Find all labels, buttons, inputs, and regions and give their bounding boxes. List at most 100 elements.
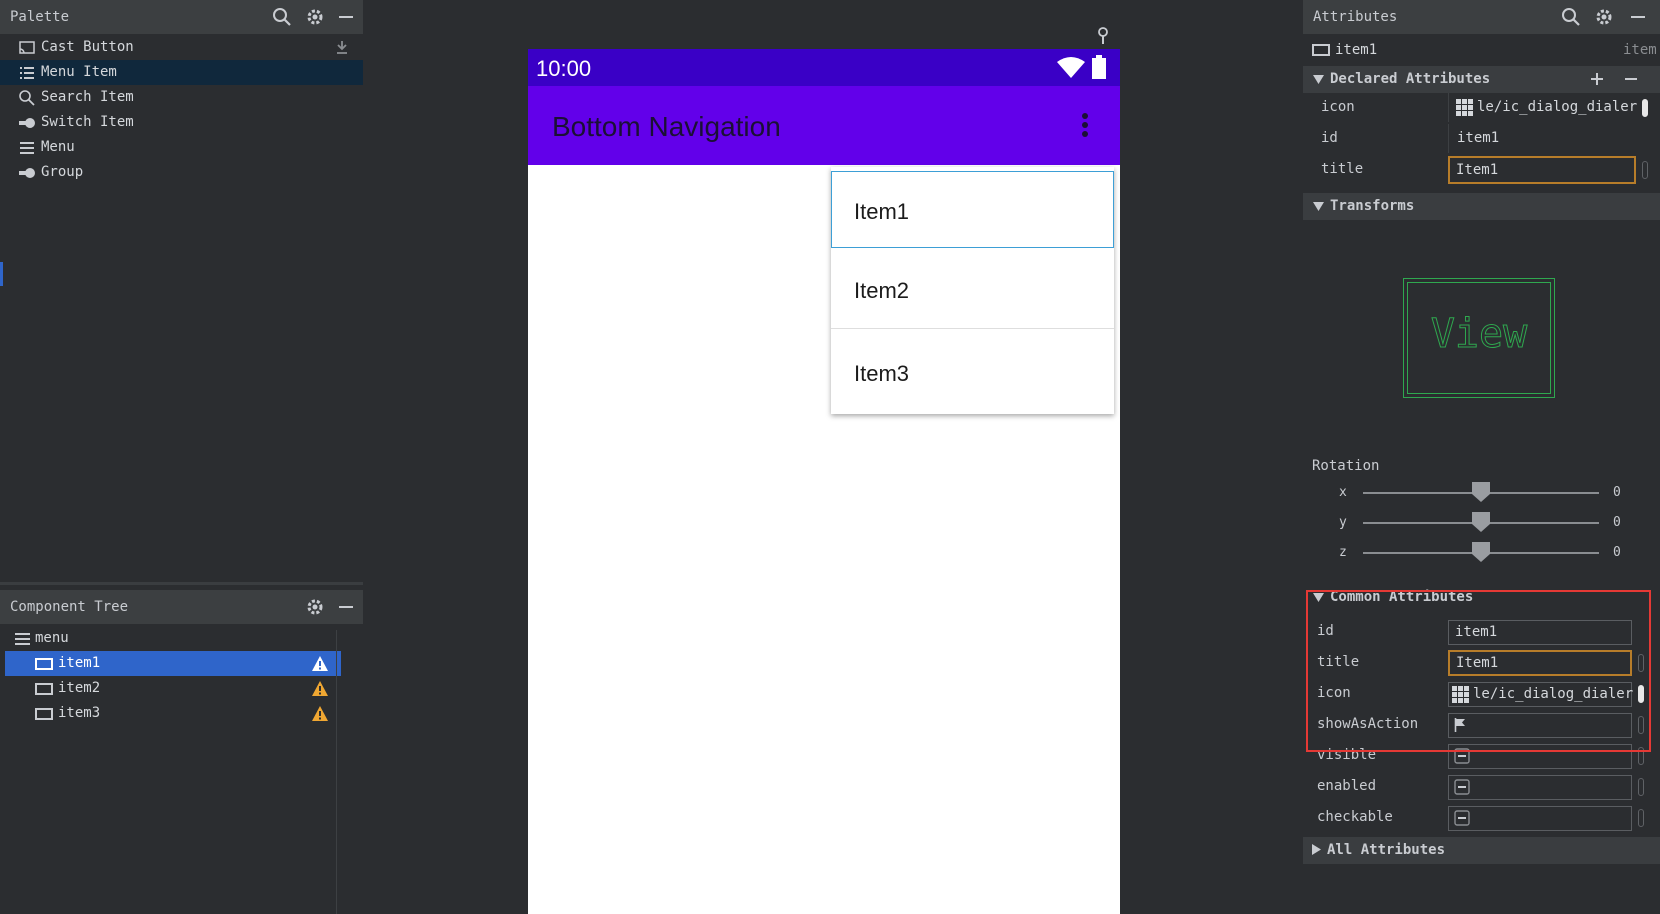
rotation-x-slider[interactable]: x 0 xyxy=(1303,480,1660,510)
tree-node-menu[interactable]: menu xyxy=(0,626,336,651)
slider-thumb[interactable] xyxy=(1472,542,1490,562)
palette-item-menu[interactable]: Menu xyxy=(0,135,363,160)
warning-icon[interactable] xyxy=(311,655,329,672)
palette-panel: Palette Cast Button Menu Item Search Ite… xyxy=(0,0,363,582)
resource-picker-handle[interactable] xyxy=(1642,161,1648,179)
rotation-y-slider[interactable]: y 0 xyxy=(1303,510,1660,540)
component-identity: item1 item xyxy=(1303,38,1660,62)
palette-item-group[interactable]: Group xyxy=(0,160,363,185)
attr-key: id xyxy=(1321,130,1338,146)
declared-attributes-header[interactable]: Declared Attributes xyxy=(1303,66,1660,93)
palette-header: Palette xyxy=(0,0,363,34)
attr-key: icon xyxy=(1321,99,1355,115)
declared-attr-icon[interactable]: icon le/ic_dialog_dialer xyxy=(1303,93,1660,123)
minimize-icon[interactable] xyxy=(336,7,356,27)
item-icon xyxy=(35,681,53,697)
transforms-header[interactable]: Transforms xyxy=(1303,193,1660,220)
palette-item-menu-item[interactable]: Menu Item xyxy=(0,60,363,85)
palette-item-cast-button[interactable]: Cast Button xyxy=(0,35,363,60)
menu-item-label: Item3 xyxy=(854,361,910,386)
overflow-menu-icon[interactable] xyxy=(1080,112,1090,140)
menu-item-3[interactable]: Item3 xyxy=(831,333,1114,411)
view-preview-label: View xyxy=(1430,311,1528,358)
remove-icon[interactable] xyxy=(1623,71,1639,87)
pin-icon[interactable] xyxy=(1095,27,1111,45)
selection-marker xyxy=(0,262,3,286)
overflow-menu-popup: Item1 Item2 Item3 xyxy=(831,167,1114,414)
device-preview[interactable]: 10:00 Bottom Navigation Item1 Item2 Item… xyxy=(528,49,1120,914)
palette-item-label: Switch Item xyxy=(41,114,134,130)
gear-icon[interactable] xyxy=(305,7,325,27)
menu-item-label: Item2 xyxy=(854,278,910,303)
search-icon[interactable] xyxy=(272,7,292,27)
switch-icon xyxy=(18,114,36,132)
palette-item-label: Menu xyxy=(41,139,75,155)
cast-icon xyxy=(18,39,36,57)
title-input[interactable]: Item1 xyxy=(1448,156,1636,184)
add-icon[interactable] xyxy=(1589,71,1605,87)
status-bar: 10:00 xyxy=(528,49,1120,86)
section-title: Transforms xyxy=(1330,198,1415,214)
app-bar: Bottom Navigation xyxy=(528,86,1120,165)
warning-icon[interactable] xyxy=(311,705,329,722)
attr-value-cell[interactable]: item1 xyxy=(1448,124,1639,153)
common-attr-enabled[interactable]: enabled xyxy=(1303,773,1660,801)
declared-attr-id[interactable]: id item1 xyxy=(1303,124,1660,154)
tristate-checkbox-icon[interactable] xyxy=(1454,810,1470,826)
attr-key: checkable xyxy=(1317,809,1393,825)
panel-divider[interactable] xyxy=(0,582,363,585)
attr-value-cell[interactable]: le/ic_dialog_dialer xyxy=(1448,93,1639,122)
slider-value: 0 xyxy=(1613,485,1621,500)
menu-item-2[interactable]: Item2 xyxy=(831,250,1114,329)
palette-item-search-item[interactable]: Search Item xyxy=(0,85,363,110)
tristate-checkbox-icon[interactable] xyxy=(1454,779,1470,795)
menu-icon xyxy=(14,631,32,647)
expand-arrow-icon xyxy=(1313,202,1324,211)
battery-icon xyxy=(1092,55,1106,79)
minimize-icon[interactable] xyxy=(336,597,356,617)
download-icon[interactable] xyxy=(334,39,350,55)
all-attributes-header[interactable]: All Attributes xyxy=(1303,837,1660,864)
search-icon[interactable] xyxy=(1561,7,1581,27)
common-attr-checkable[interactable]: checkable xyxy=(1303,804,1660,832)
declared-attr-title[interactable]: title Item1 xyxy=(1303,155,1660,185)
resource-picker-handle[interactable] xyxy=(1642,99,1648,117)
tree-node-item1[interactable]: item1 xyxy=(5,651,341,676)
tree-node-item3[interactable]: item3 xyxy=(5,701,341,726)
collapse-arrow-icon xyxy=(1312,844,1321,855)
rotation-label: Rotation xyxy=(1312,458,1380,474)
resource-picker-handle[interactable] xyxy=(1638,778,1644,796)
checkable-checkbox-field[interactable] xyxy=(1448,806,1632,831)
slider-thumb[interactable] xyxy=(1472,482,1490,502)
drawable-grid-icon xyxy=(1456,99,1473,116)
component-tree-title: Component Tree xyxy=(10,599,129,615)
rotation-z-slider[interactable]: z 0 xyxy=(1303,540,1660,570)
section-title: Declared Attributes xyxy=(1330,71,1491,87)
app-title: Bottom Navigation xyxy=(552,111,781,142)
minimize-icon[interactable] xyxy=(1628,7,1648,27)
resource-picker-handle[interactable] xyxy=(1638,809,1644,827)
list-icon xyxy=(18,64,36,82)
attr-value: Item1 xyxy=(1456,162,1499,178)
slider-thumb[interactable] xyxy=(1472,512,1490,532)
palette-item-label: Group xyxy=(41,164,84,180)
gear-icon[interactable] xyxy=(305,597,325,617)
component-type: item xyxy=(1623,42,1657,58)
tree-node-label: item3 xyxy=(58,705,101,721)
menu-item-1[interactable]: Item1 xyxy=(831,171,1114,248)
gear-icon[interactable] xyxy=(1594,7,1614,27)
tree-divider xyxy=(336,630,337,914)
warning-icon[interactable] xyxy=(311,680,329,697)
slider-axis-label: y xyxy=(1339,515,1347,530)
slider-value: 0 xyxy=(1613,545,1621,560)
attributes-panel: Attributes item1 item Declared Attribute… xyxy=(1303,0,1660,914)
palette-item-switch-item[interactable]: Switch Item xyxy=(0,110,363,135)
view-preview-box: View xyxy=(1403,278,1555,398)
palette-item-label: Search Item xyxy=(41,89,134,105)
palette-title: Palette xyxy=(10,9,70,25)
section-title: All Attributes xyxy=(1327,842,1446,858)
menu-icon xyxy=(18,139,36,157)
component-tree-header: Component Tree xyxy=(0,590,363,624)
enabled-checkbox-field[interactable] xyxy=(1448,775,1632,800)
tree-node-item2[interactable]: item2 xyxy=(5,676,341,701)
